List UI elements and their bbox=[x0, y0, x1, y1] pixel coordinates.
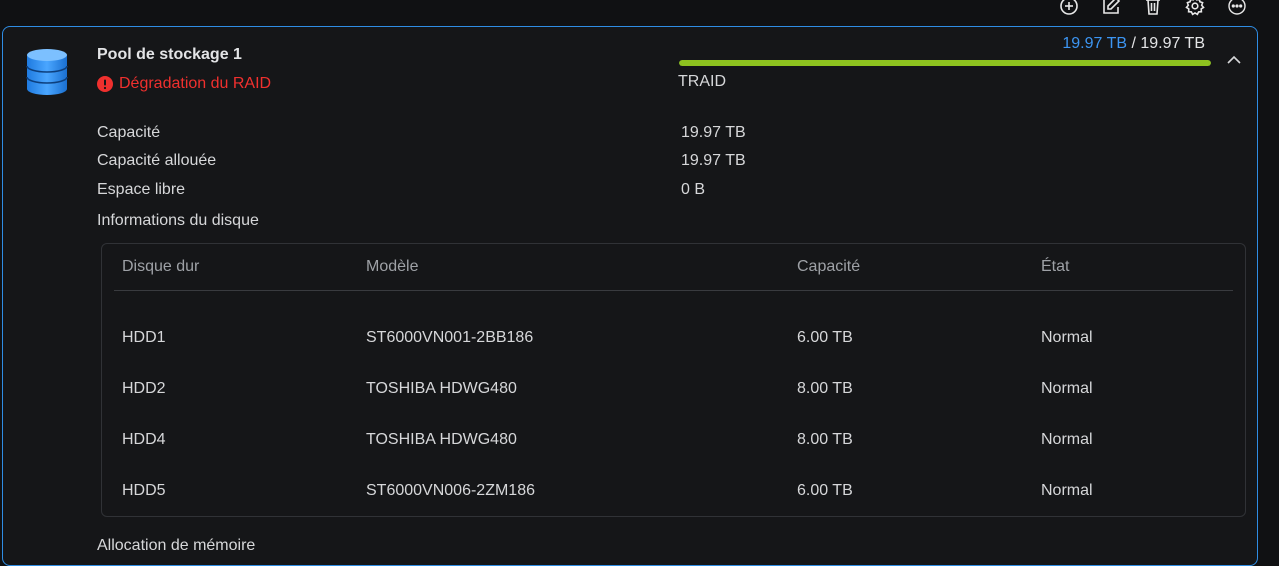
detail-value: 0 B bbox=[681, 181, 706, 198]
column-header: Modèle bbox=[366, 258, 419, 275]
usage-bar-fill bbox=[679, 60, 1211, 66]
disk-state: Normal bbox=[1041, 431, 1093, 448]
disk-id: HDD1 bbox=[122, 329, 166, 346]
add-button[interactable] bbox=[1055, 0, 1083, 15]
pool-name: Pool de stockage 1 bbox=[97, 46, 242, 63]
more-icon bbox=[1228, 0, 1246, 15]
column-header: État bbox=[1041, 258, 1070, 275]
edit-icon bbox=[1103, 0, 1121, 14]
gear-icon bbox=[1185, 0, 1205, 16]
disk-capacity: 8.00 TB bbox=[797, 431, 853, 448]
disk-state: Normal bbox=[1041, 482, 1093, 499]
detail-label: Espace libre bbox=[97, 181, 186, 198]
raid-type: TRAID bbox=[678, 73, 726, 90]
pool-toolbar bbox=[1055, 0, 1251, 18]
trash-icon bbox=[1146, 0, 1160, 15]
add-circle-icon bbox=[1060, 0, 1078, 15]
disk-capacity: 6.00 TB bbox=[797, 482, 853, 499]
detail-value: 19.97 TB bbox=[681, 152, 746, 169]
detail-label: Capacité bbox=[97, 124, 161, 141]
table-header: Disque dur Modèle Capacité État bbox=[114, 244, 1233, 291]
disk-state: Normal bbox=[1041, 329, 1093, 346]
disk-model: TOSHIBA HDWG480 bbox=[366, 431, 517, 448]
detail-label: Capacité allouée bbox=[97, 152, 217, 169]
disk-model: TOSHIBA HDWG480 bbox=[366, 380, 517, 397]
disk-state: Normal bbox=[1041, 380, 1093, 397]
detail-value: 19.97 TB bbox=[681, 124, 746, 141]
disk-capacity: 6.00 TB bbox=[797, 329, 853, 346]
disk-id: HDD5 bbox=[122, 482, 166, 499]
disk-model: ST6000VN001-2BB186 bbox=[366, 329, 534, 346]
usage-total: 19.97 TB bbox=[1140, 35, 1205, 52]
usage-separator: / bbox=[1127, 35, 1141, 52]
edit-button[interactable] bbox=[1097, 0, 1125, 14]
more-button[interactable] bbox=[1223, 0, 1251, 15]
disk-id: HDD4 bbox=[122, 431, 166, 448]
usage-summary: 19.97 TB / 19.97 TB bbox=[1062, 35, 1205, 53]
chevron-up-icon[interactable] bbox=[1223, 49, 1245, 71]
table-row: HDD1 ST6000VN001-2BB186 6.00 TB Normal bbox=[102, 315, 1245, 366]
table-row: HDD5 ST6000VN006-2ZM186 6.00 TB Normal bbox=[102, 468, 1245, 519]
column-header: Disque dur bbox=[122, 258, 200, 275]
delete-button[interactable] bbox=[1139, 0, 1167, 15]
error-icon bbox=[97, 76, 113, 92]
settings-button[interactable] bbox=[1181, 0, 1209, 16]
disk-id: HDD2 bbox=[122, 380, 166, 397]
disk-info-title: Informations du disque bbox=[97, 212, 259, 229]
column-header: Capacité bbox=[797, 258, 861, 275]
table-row: HDD2 TOSHIBA HDWG480 8.00 TB Normal bbox=[102, 366, 1245, 417]
memory-allocation-title: Allocation de mémoire bbox=[97, 537, 256, 554]
raid-status-text: Dégradation du RAID bbox=[119, 75, 272, 92]
database-icon bbox=[26, 49, 68, 95]
usage-bar bbox=[679, 60, 1211, 66]
disk-table: Disque dur Modèle Capacité État HDD1 ST6… bbox=[101, 243, 1246, 517]
raid-status: Dégradation du RAID bbox=[97, 75, 271, 93]
usage-used: 19.97 TB bbox=[1062, 35, 1128, 52]
disk-capacity: 8.00 TB bbox=[797, 380, 853, 397]
storage-pool-card: Pool de stockage 1 Dégradation du RAID 1… bbox=[2, 26, 1258, 566]
disk-model: ST6000VN006-2ZM186 bbox=[366, 482, 535, 499]
table-row: HDD4 TOSHIBA HDWG480 8.00 TB Normal bbox=[102, 417, 1245, 468]
